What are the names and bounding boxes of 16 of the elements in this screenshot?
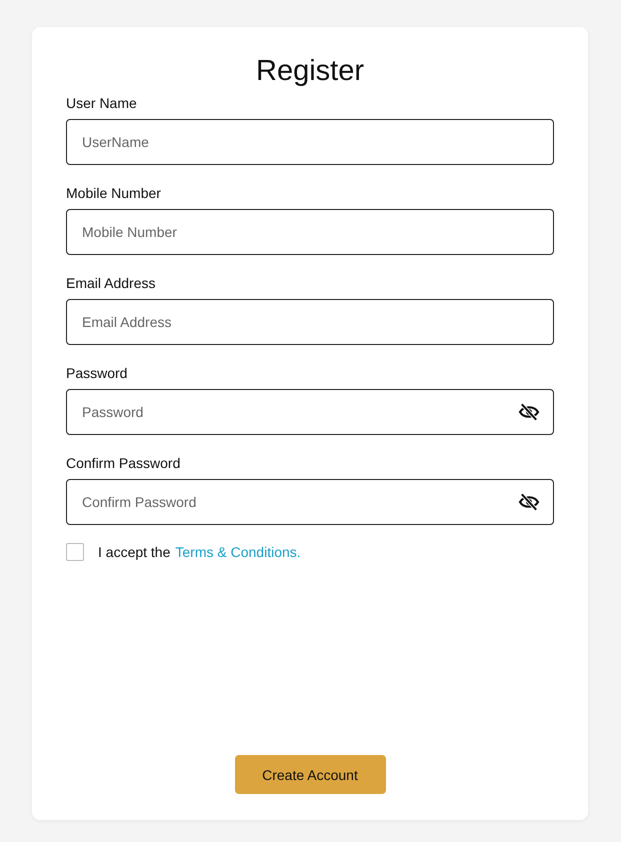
input-field[interactable]: UserName bbox=[66, 119, 554, 165]
field-label: User Name bbox=[66, 95, 137, 111]
input-field[interactable]: Mobile Number bbox=[66, 209, 554, 255]
field-label: Password bbox=[66, 365, 128, 381]
eye-slash-icon[interactable] bbox=[518, 403, 540, 421]
input-field[interactable]: Email Address bbox=[66, 299, 554, 345]
eye-slash-icon[interactable] bbox=[518, 493, 540, 511]
input-field[interactable]: Password bbox=[66, 389, 554, 435]
terms-checkbox[interactable] bbox=[66, 543, 84, 561]
page-title: Register bbox=[255, 54, 365, 89]
terms-text: I accept the bbox=[98, 544, 170, 560]
field-label: Email Address bbox=[66, 275, 156, 291]
create-account-button[interactable]: Create Account bbox=[234, 755, 386, 794]
field-label: Confirm Password bbox=[66, 455, 180, 471]
field-label: Mobile Number bbox=[66, 185, 161, 201]
input-field[interactable]: Confirm Password bbox=[66, 479, 554, 525]
